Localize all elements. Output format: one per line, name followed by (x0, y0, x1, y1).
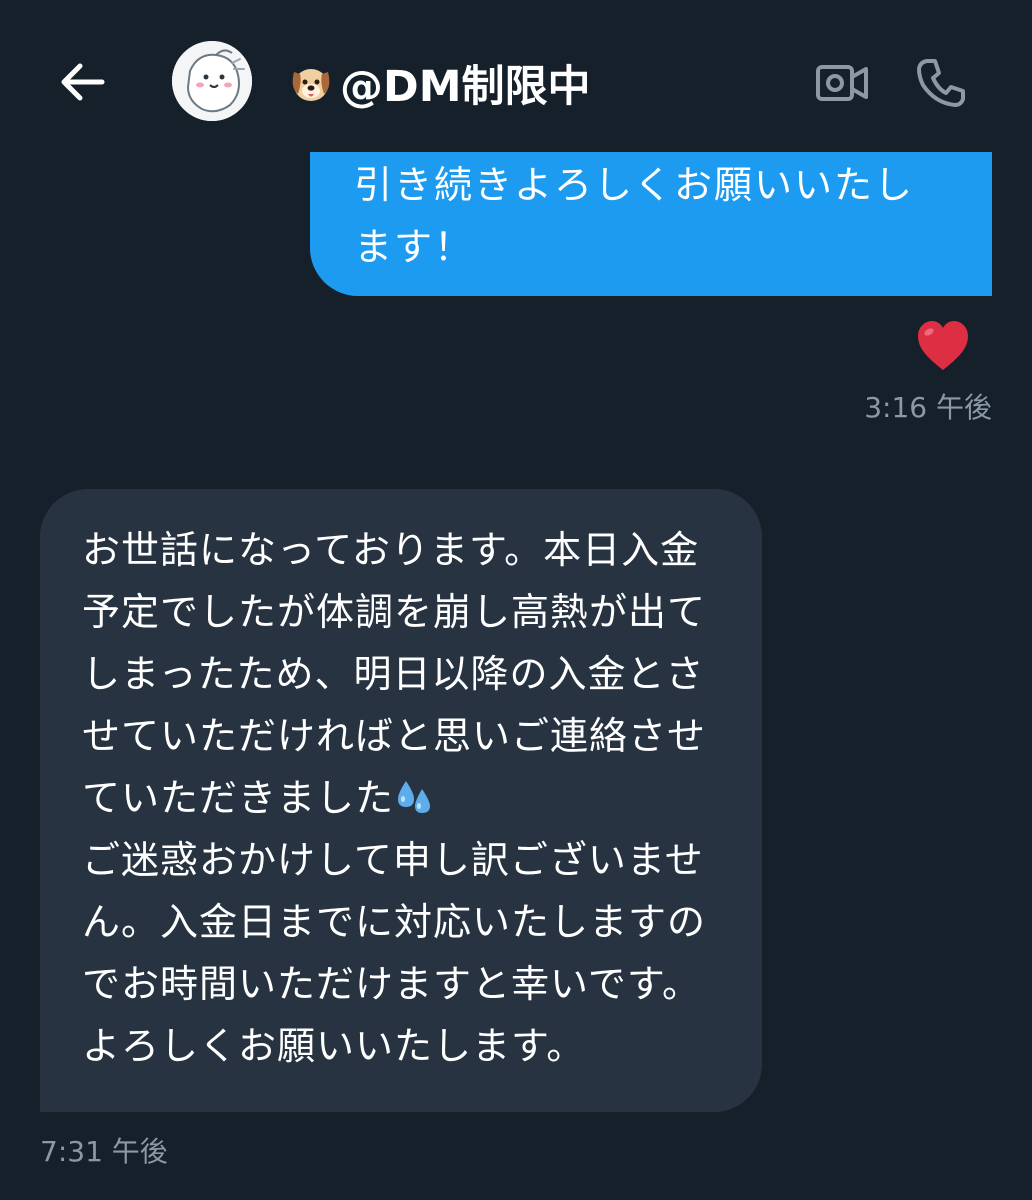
sent-message-bubble[interactable]: 引き続きよろしくお願いいたします！ (310, 152, 992, 296)
received-message-line: よろしくお願いいたします。 (82, 1024, 586, 1068)
sent-message-timestamp: 3:16 午後 (864, 391, 992, 424)
sent-message-text: 引き続きよろしくお願いいたします！ (354, 163, 915, 269)
received-message-line: 予定でしたが体調を崩し高熱が出て (82, 590, 707, 634)
received-message-line: お世話になっております。本日入金 (82, 528, 700, 572)
red-heart-icon[interactable] (914, 318, 972, 374)
received-message-timestamp: 7:31 午後 (40, 1135, 168, 1168)
conversation-title-text: @DM制限中 (340, 62, 591, 112)
avatar[interactable] (172, 41, 252, 121)
received-message-line: せていただければと思いご連絡させ (82, 714, 707, 758)
received-message-line: ていただきました (82, 776, 395, 820)
video-camera-icon (816, 65, 868, 101)
received-message-line: ん。入金日までに対応いたしますの (82, 900, 707, 944)
conversation-title[interactable]: @DM制限中 (286, 50, 590, 116)
received-message-bubble[interactable]: お世話になっております。本日入金 予定でしたが体調を崩し高熱が出て しまったため… (40, 489, 762, 1112)
conversation-header: @DM制限中 (0, 0, 1032, 150)
back-button[interactable] (52, 52, 112, 112)
received-message-line: しまったため、明日以降の入金とさ (82, 652, 705, 696)
received-message-line: でお時間いただけますと幸いです。 (82, 962, 702, 1006)
video-call-button[interactable] (810, 56, 874, 110)
avatar-image (172, 41, 252, 121)
arrow-left-icon (61, 63, 105, 101)
dm-conversation-screen: @DM制限中 引き続きよろしくお願いいたします！ 3:16 午後 お世話になって… (0, 0, 1032, 1200)
received-message-line-with-emoji: ていただきました (82, 767, 732, 829)
phone-icon (917, 59, 965, 107)
voice-call-button[interactable] (908, 50, 974, 116)
dog-face-icon (292, 69, 330, 101)
sweat-droplets-icon (398, 781, 431, 813)
received-message-line: ご迷惑おかけして申し訳ございませ (82, 838, 704, 882)
